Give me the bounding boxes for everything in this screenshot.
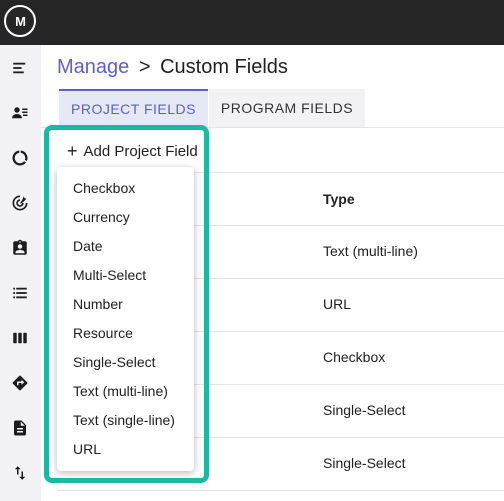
target-icon[interactable] xyxy=(8,191,32,215)
sidebar xyxy=(0,45,41,501)
breadcrumb-manage-link[interactable]: Manage xyxy=(57,56,129,78)
table-row-type-cell: Single-Select xyxy=(323,455,406,471)
table-row-type-cell: Text (multi-line) xyxy=(323,243,418,259)
app-logo[interactable]: M xyxy=(4,5,36,37)
clipboard-user-icon[interactable] xyxy=(8,236,32,260)
page-title: Custom Fields xyxy=(160,56,288,78)
people-list-icon[interactable] xyxy=(8,101,32,125)
bulleted-list-icon[interactable] xyxy=(8,281,32,305)
table-row-type-cell: Checkbox xyxy=(323,349,386,365)
table-row-divider xyxy=(57,490,504,491)
table-row-type-cell: Single-Select xyxy=(323,402,406,418)
breadcrumb: Manage > Custom Fields xyxy=(57,56,288,79)
columns-icon[interactable] xyxy=(8,326,32,350)
sort-arrows-icon[interactable] xyxy=(8,461,32,485)
breadcrumb-separator: > xyxy=(138,56,151,78)
directions-icon[interactable] xyxy=(8,371,32,395)
tab-program-fields[interactable]: PROGRAM FIELDS xyxy=(208,89,365,127)
top-bar: M xyxy=(0,0,504,45)
column-header-type[interactable]: Type xyxy=(323,191,355,207)
highlight-box xyxy=(44,125,209,483)
donut-chart-icon[interactable] xyxy=(8,146,32,170)
tab-project-fields[interactable]: PROJECT FIELDS xyxy=(59,89,208,127)
table-row-type-cell: URL xyxy=(323,296,352,312)
tab-bar: PROJECT FIELDS PROGRAM FIELDS xyxy=(59,89,365,127)
menu-icon[interactable] xyxy=(8,56,32,80)
document-icon[interactable] xyxy=(8,416,32,440)
